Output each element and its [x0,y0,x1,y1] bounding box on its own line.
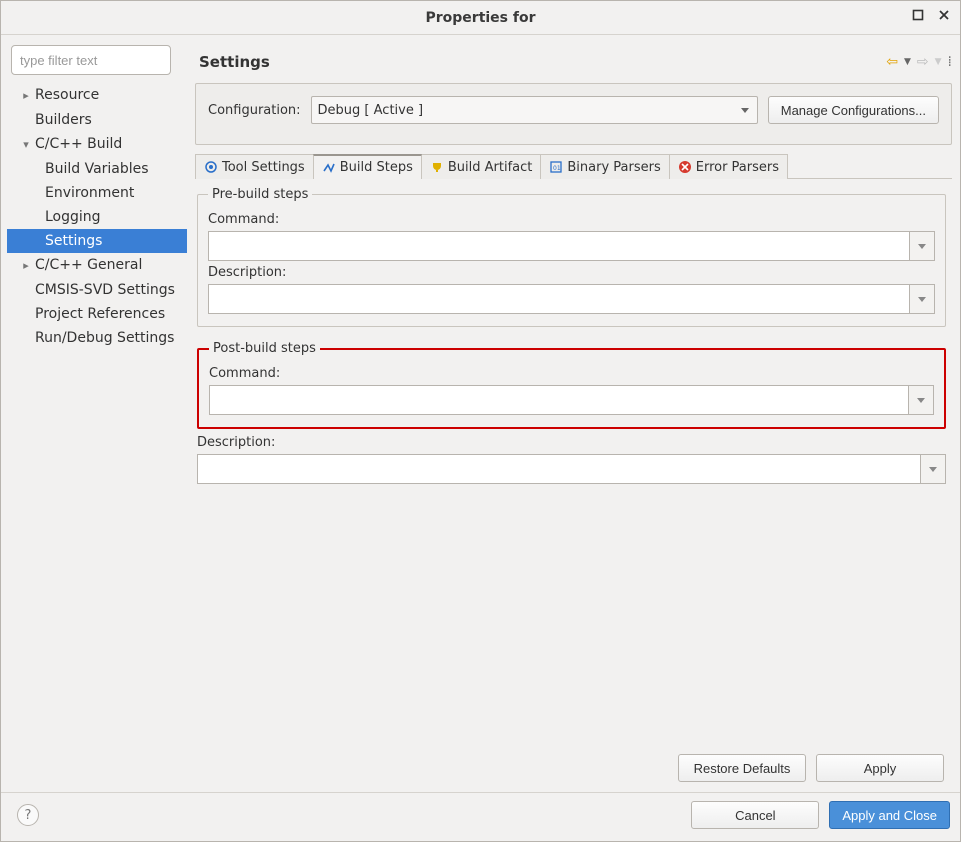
titlebar: Properties for [1,1,960,35]
back-icon[interactable]: ⇦ [886,54,898,70]
close-icon[interactable] [938,9,950,21]
header-toolbar: ⇦ ▼ ⇨ ▼ ⁞ [886,54,950,70]
apply-and-close-button[interactable]: Apply and Close [829,801,950,829]
tree-item-rundebug[interactable]: Run/Debug Settings [7,326,187,350]
pre-build-command-label: Command: [208,212,935,227]
main-panel: Settings ⇦ ▼ ⇨ ▼ ⁞ Configuration: Debug … [195,41,954,792]
tree-item-builders[interactable]: Builders [7,108,187,132]
page-title: Settings [199,53,270,71]
expand-icon[interactable]: ▸ [21,255,31,277]
pre-build-legend: Pre-build steps [208,187,312,202]
tree-item-projrefs[interactable]: Project References [7,302,187,326]
properties-dialog: Properties for ▸Resource Builders ▾C/C++… [0,0,961,842]
configuration-value: Debug [ Active ] [318,103,424,118]
filter-input[interactable] [11,45,171,75]
tree-item-cmsis[interactable]: CMSIS-SVD Settings [7,278,187,302]
collapse-icon[interactable]: ▾ [21,134,31,156]
pre-build-command-input[interactable] [208,231,909,261]
binary-icon: 01 [549,160,563,174]
tree-item-ccbuild[interactable]: ▾C/C++ Build [7,132,187,157]
dropdown-icon[interactable] [909,231,935,261]
settings-footer: Restore Defaults Apply [195,746,954,792]
tab-content: Pre-build steps Command: Description: Po… [195,179,954,746]
post-build-legend: Post-build steps [209,341,320,356]
error-icon [678,160,692,174]
svg-text:01: 01 [553,165,561,172]
tree-item-build-variables[interactable]: Build Variables [7,157,187,181]
post-build-command-input[interactable] [209,385,908,415]
category-tree[interactable]: ▸Resource Builders ▾C/C++ Build Build Va… [7,79,187,792]
dropdown-icon[interactable] [909,284,935,314]
view-menu-icon[interactable]: ⁞ [948,54,950,70]
tab-tool-settings[interactable]: Tool Settings [195,154,314,179]
forward-icon[interactable]: ⇨ [917,54,929,70]
sidebar: ▸Resource Builders ▾C/C++ Build Build Va… [7,41,187,792]
tree-item-logging[interactable]: Logging [7,205,187,229]
maximize-icon[interactable] [912,9,924,21]
configuration-select[interactable]: Debug [ Active ] [311,96,758,124]
page-header: Settings ⇦ ▼ ⇨ ▼ ⁞ [195,41,954,83]
manage-configurations-button[interactable]: Manage Configurations... [768,96,939,124]
post-build-desc-label: Description: [197,435,946,450]
dropdown-icon[interactable] [920,454,946,484]
tab-error-parsers[interactable]: Error Parsers [669,154,788,179]
pre-build-desc-combo [208,284,935,314]
post-build-desc-input[interactable] [197,454,920,484]
tree-item-settings[interactable]: Settings [7,229,187,253]
pre-build-desc-label: Description: [208,265,935,280]
pre-build-command-combo [208,231,935,261]
post-build-command-label: Command: [209,366,934,381]
tree-item-environment[interactable]: Environment [7,181,187,205]
tool-icon [204,160,218,174]
tab-build-artifact[interactable]: Build Artifact [421,154,542,179]
apply-button[interactable]: Apply [816,754,944,782]
tree-item-resource[interactable]: ▸Resource [7,83,187,108]
steps-icon [322,161,336,175]
help-icon[interactable]: ? [17,804,39,826]
pre-build-desc-input[interactable] [208,284,909,314]
forward-menu-icon: ▼ [935,57,942,67]
expand-icon[interactable]: ▸ [21,85,31,107]
dialog-footer: ? Cancel Apply and Close [1,792,960,841]
configuration-panel: Configuration: Debug [ Active ] Manage C… [195,83,952,145]
post-build-command-combo [209,385,934,415]
back-menu-icon[interactable]: ▼ [904,57,911,67]
tab-binary-parsers[interactable]: 01 Binary Parsers [540,154,669,179]
tab-build-steps[interactable]: Build Steps [313,154,422,179]
tree-item-ccgeneral[interactable]: ▸C/C++ General [7,253,187,278]
cancel-button[interactable]: Cancel [691,801,819,829]
content-area: ▸Resource Builders ▾C/C++ Build Build Va… [1,35,960,792]
restore-defaults-button[interactable]: Restore Defaults [678,754,806,782]
post-build-group: Post-build steps Command: [197,341,946,429]
dropdown-icon[interactable] [908,385,934,415]
trophy-icon [430,160,444,174]
dialog-title: Properties for [425,10,535,26]
configuration-label: Configuration: [208,103,301,118]
post-build-desc-combo [197,454,946,484]
tabbar: Tool Settings Build Steps Build Artifact [195,153,952,179]
pre-build-group: Pre-build steps Command: Description: [197,187,946,327]
window-controls [912,9,950,21]
